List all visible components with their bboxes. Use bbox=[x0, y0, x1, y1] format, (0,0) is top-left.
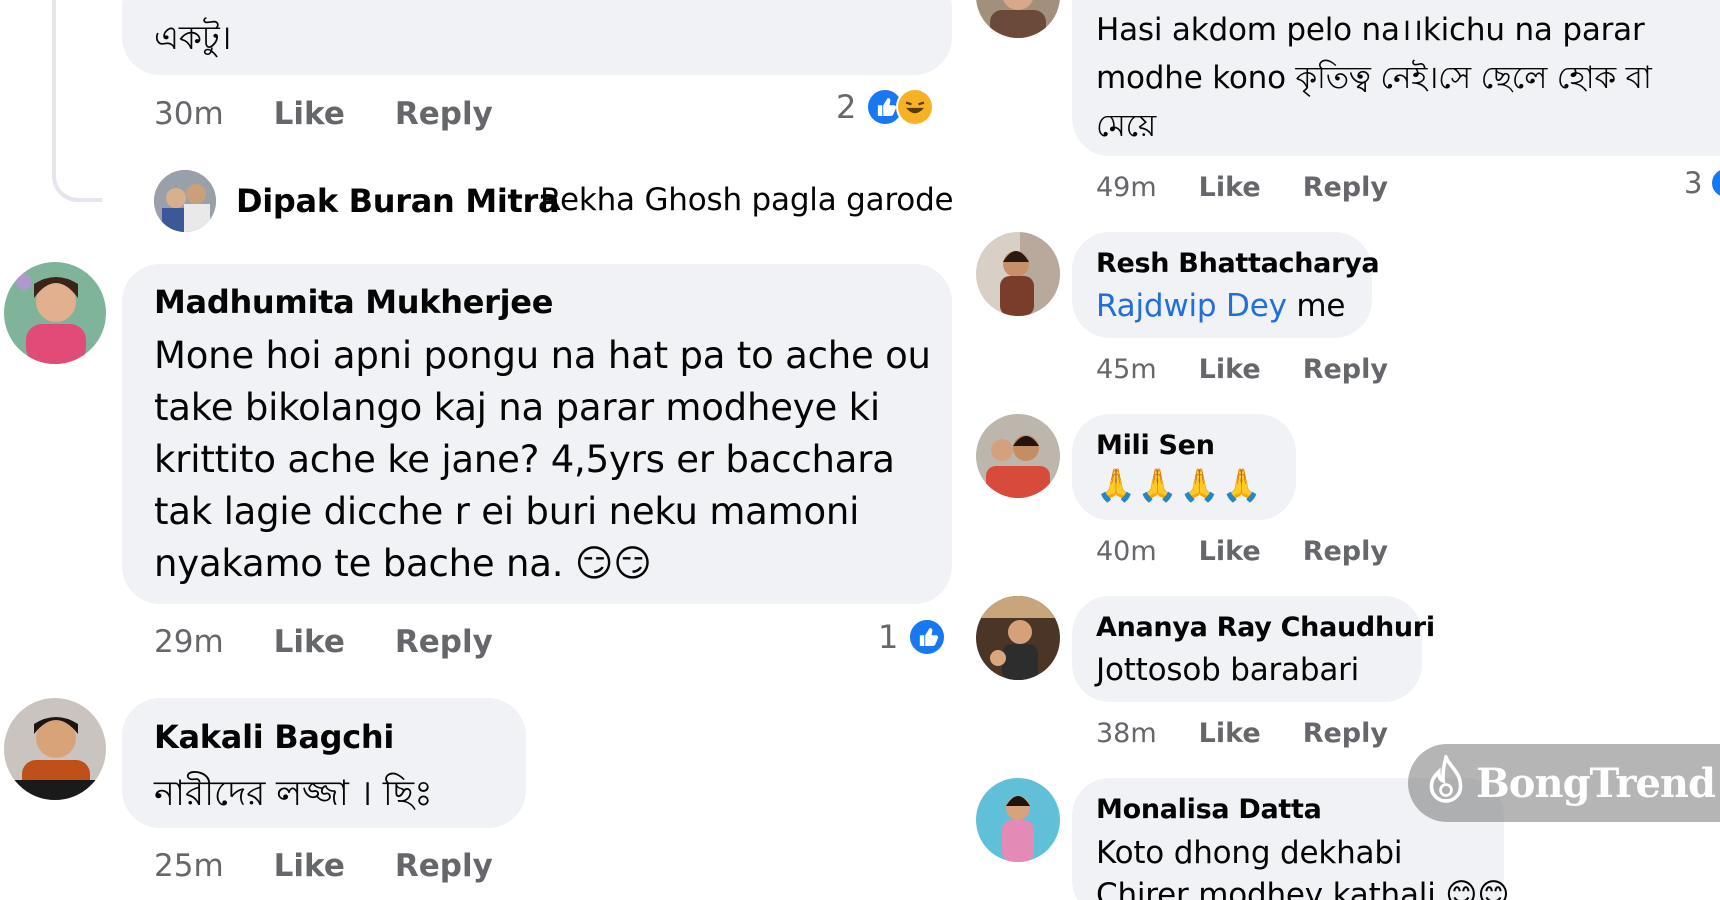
avatar[interactable] bbox=[4, 698, 106, 800]
like-button[interactable]: Like bbox=[274, 624, 345, 660]
reaction-count: 2 bbox=[836, 88, 857, 126]
reply-button[interactable]: Reply bbox=[1303, 354, 1388, 385]
reaction-summary[interactable]: 3 bbox=[1684, 166, 1720, 200]
reply-button[interactable]: Reply bbox=[1303, 718, 1388, 749]
comment-text: Hasi akdom pelo na।।kichu na parar modhe… bbox=[1096, 6, 1696, 150]
like-reaction-icon bbox=[1710, 167, 1720, 199]
comment-line: modhe kono কৃতিত্ব নেই।সে ছেলে হোক বা bbox=[1096, 60, 1652, 96]
comment-actions: 45m Like Reply bbox=[1096, 354, 1388, 385]
comment-text: একটু। bbox=[154, 18, 232, 57]
mention-link[interactable]: Rajdwip Dey bbox=[1096, 288, 1287, 324]
avatar[interactable] bbox=[976, 0, 1060, 38]
like-button[interactable]: Like bbox=[1199, 354, 1261, 385]
flame-logo-icon bbox=[1426, 751, 1466, 811]
comment-text: Rekha Ghosh pagla garode bbox=[540, 182, 954, 218]
reaction-count: 3 bbox=[1684, 166, 1703, 200]
haha-reaction-icon bbox=[896, 88, 935, 126]
comment-author[interactable]: Madhumita Mukherjee bbox=[154, 283, 553, 321]
comment-line: Hasi akdom pelo na।।kichu na parar bbox=[1096, 12, 1645, 48]
avatar[interactable] bbox=[154, 170, 216, 232]
comment-actions: 40m Like Reply bbox=[1096, 536, 1388, 567]
comment-line: মেয়ে bbox=[1096, 108, 1157, 144]
comment-text: Mone hoi apni pongu na hat pa to ache ou… bbox=[154, 330, 944, 590]
like-button[interactable]: Like bbox=[274, 848, 345, 884]
reply-thread-line bbox=[52, 0, 102, 202]
comment-line: tak lagie dicche r ei buri neku mamoni bbox=[154, 490, 860, 533]
reply-button[interactable]: Reply bbox=[1303, 536, 1388, 567]
comment-line: take bikolango kaj na parar modheye ki bbox=[154, 386, 880, 429]
comment-text-tail: me bbox=[1286, 288, 1346, 324]
comment-line: krittito ache ke jane? 4,5yrs er bacchar… bbox=[154, 438, 895, 481]
like-button[interactable]: Like bbox=[274, 96, 345, 132]
comment-line: Chirer modhey kathali 😊😊 bbox=[1096, 877, 1510, 900]
comment-actions: 30m Like Reply bbox=[154, 96, 493, 132]
comment-timestamp[interactable]: 25m bbox=[154, 848, 224, 884]
like-button[interactable]: Like bbox=[1199, 718, 1261, 749]
comment-text: নারীদের লজ্জা । ছিঃ bbox=[154, 774, 433, 814]
comment-timestamp[interactable]: 38m bbox=[1096, 718, 1157, 749]
like-button[interactable]: Like bbox=[1199, 172, 1261, 203]
reply-button[interactable]: Reply bbox=[395, 96, 493, 132]
reply-button[interactable]: Reply bbox=[1303, 172, 1388, 203]
left-comment-column: একটু। 30m Like Reply 2 Dipak Buran Mitra… bbox=[0, 0, 960, 900]
comment-author[interactable]: Monalisa Datta bbox=[1096, 794, 1322, 825]
comment-line: Koto dhong dekhabi bbox=[1096, 835, 1403, 871]
comment-actions: 29m Like Reply bbox=[154, 624, 493, 660]
reaction-summary[interactable]: 1 bbox=[878, 618, 947, 656]
comment-text: Jottosob barabari bbox=[1096, 652, 1360, 688]
comment-line: Mone hoi apni pongu na hat pa to ache ou bbox=[154, 334, 931, 377]
reaction-count: 1 bbox=[878, 618, 899, 656]
reply-button[interactable]: Reply bbox=[395, 848, 493, 884]
watermark-text: BongTrend bbox=[1476, 759, 1716, 807]
avatar[interactable] bbox=[976, 596, 1060, 680]
comment-author[interactable]: Mili Sen bbox=[1096, 430, 1215, 461]
comment-author[interactable]: Dipak Buran Mitra bbox=[236, 182, 560, 220]
brand-watermark: BongTrend bbox=[1408, 744, 1720, 822]
comment-timestamp[interactable]: 45m bbox=[1096, 354, 1157, 385]
comment-actions: 25m Like Reply bbox=[154, 848, 493, 884]
comment-timestamp[interactable]: 49m bbox=[1096, 172, 1157, 203]
like-button[interactable]: Like bbox=[1199, 536, 1261, 567]
reaction-summary[interactable]: 2 bbox=[836, 88, 935, 126]
comment-text: 🙏🙏🙏🙏 bbox=[1096, 466, 1264, 504]
avatar[interactable] bbox=[976, 232, 1060, 316]
like-reaction-icon bbox=[908, 618, 947, 656]
comment-timestamp[interactable]: 30m bbox=[154, 96, 224, 132]
comment-line: nyakamo te bache na. 😏😏 bbox=[154, 542, 652, 585]
comment-bubble bbox=[122, 0, 952, 75]
comment-text: Rajdwip Dey me bbox=[1096, 288, 1345, 324]
comment-author[interactable]: Kakali Bagchi bbox=[154, 718, 394, 756]
comment-timestamp[interactable]: 29m bbox=[154, 624, 224, 660]
comment-actions: 49m Like Reply bbox=[1096, 172, 1388, 203]
comment-author[interactable]: Resh Bhattacharya bbox=[1096, 248, 1380, 279]
reply-button[interactable]: Reply bbox=[395, 624, 493, 660]
comment-text: Koto dhong dekhabi Chirer modhey kathali… bbox=[1096, 832, 1510, 900]
comment-timestamp[interactable]: 40m bbox=[1096, 536, 1157, 567]
avatar[interactable] bbox=[976, 778, 1060, 862]
comment-actions: 38m Like Reply bbox=[1096, 718, 1388, 749]
avatar[interactable] bbox=[976, 414, 1060, 498]
avatar[interactable] bbox=[4, 262, 106, 364]
comment-author[interactable]: Ananya Ray Chaudhuri bbox=[1096, 612, 1435, 643]
